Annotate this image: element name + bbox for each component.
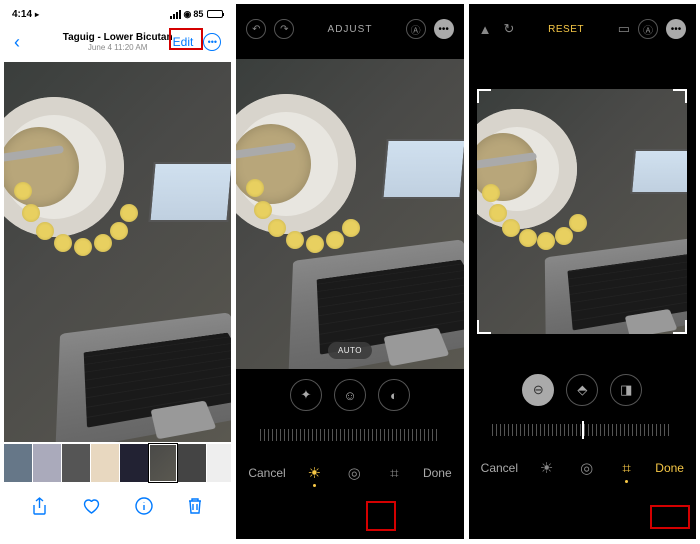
markup-button[interactable]: Ⓐ [638, 19, 658, 39]
redo-button[interactable]: ↷ [274, 19, 294, 39]
location-arrow-icon: ▸ [35, 10, 39, 19]
crop-handle-bl[interactable] [477, 320, 491, 334]
adjust-tools-row: ✦ ☺ ◐ [236, 369, 463, 421]
photo-laptop [56, 313, 232, 442]
editor-photo[interactable]: AUTO [236, 59, 463, 369]
share-button[interactable] [29, 496, 51, 516]
filters-tab[interactable]: ◎ [344, 464, 364, 482]
crop-handle-tl[interactable] [477, 89, 491, 103]
crop-tab[interactable]: ⌗ [617, 460, 637, 477]
back-button[interactable]: ‹ [14, 32, 20, 53]
adjust-tab[interactable]: ☀ [304, 464, 324, 482]
cancel-button[interactable]: Cancel [481, 461, 518, 475]
horizontal-perspective-tool[interactable]: ◨ [610, 374, 642, 406]
flip-vertical-button[interactable]: ▲ [479, 22, 492, 37]
done-button[interactable]: Done [423, 466, 452, 480]
crop-editor-screen: ▲ ↻ RESET ▭ Ⓐ ••• ⊖ ⬘ ◨ Cancel ☀ ◎ [469, 4, 696, 539]
delete-button[interactable] [184, 496, 206, 516]
brilliance-tool[interactable]: ◐ [378, 379, 410, 411]
photo-laptop-screen [630, 149, 687, 194]
filters-tab[interactable]: ◎ [577, 459, 597, 477]
editor-bottom-bar: Cancel ☀ ◎ ⌗ Done [236, 449, 463, 497]
magic-wand-tool[interactable]: ✦ [290, 379, 322, 411]
editor-top-bar: ↶ ↷ ADJUST Ⓐ ••• [236, 4, 463, 54]
crop-tools-row: ⊖ ⬘ ◨ [469, 364, 696, 416]
favorite-button[interactable] [81, 496, 103, 516]
thumbnail[interactable] [33, 444, 61, 482]
bottom-toolbar [4, 484, 231, 528]
crop-tab[interactable]: ⌗ [384, 465, 404, 482]
reset-button[interactable]: RESET [548, 24, 584, 35]
photo-laptop-screen [149, 162, 232, 222]
photo-laptop [545, 238, 687, 334]
more-options-button[interactable]: ••• [434, 19, 454, 39]
thumbnail[interactable] [91, 444, 119, 482]
thumbnail[interactable] [4, 444, 32, 482]
photo-laptop [288, 240, 464, 369]
adjust-editor-screen: ↶ ↷ ADJUST Ⓐ ••• AUTO ✦ ☺ ◐ Cancel ☀ ◎ ⌗… [236, 4, 463, 539]
info-button[interactable] [133, 496, 155, 516]
more-button[interactable]: ••• [203, 33, 221, 51]
thumbnail[interactable] [62, 444, 90, 482]
main-photo[interactable] [4, 62, 231, 442]
straighten-tool[interactable]: ⊖ [522, 374, 554, 406]
battery-icon [207, 10, 223, 18]
photos-view-screen: 4:14 ▸ ◉ 85 ‹ Taguig - Lower Bicutan Jun… [4, 4, 231, 539]
aspect-ratio-button[interactable]: ▭ [618, 21, 630, 37]
status-time: 4:14 [12, 9, 32, 20]
location-title: Taguig - Lower Bicutan [63, 32, 173, 43]
editor-top-bar: ▲ ↻ RESET ▭ Ⓐ ••• [469, 4, 696, 54]
markup-button[interactable]: Ⓐ [406, 19, 426, 39]
done-highlight [650, 505, 690, 529]
slider-indicator[interactable] [582, 421, 584, 439]
signal-icon [170, 10, 181, 19]
status-bar: 4:14 ▸ ◉ 85 [4, 4, 231, 22]
undo-button[interactable]: ↶ [246, 19, 266, 39]
thumbnail-active[interactable] [149, 444, 177, 482]
done-button[interactable]: Done [655, 461, 684, 475]
photo-laptop-screen [381, 139, 464, 199]
vertical-perspective-tool[interactable]: ⬘ [566, 374, 598, 406]
crop-handle-br[interactable] [673, 320, 687, 334]
cancel-button[interactable]: Cancel [248, 466, 285, 480]
title-block: Taguig - Lower Bicutan June 4 11:20 AM [63, 32, 173, 52]
crop-photo[interactable] [477, 89, 687, 334]
auto-label: AUTO [328, 342, 372, 359]
exposure-tool[interactable]: ☺ [334, 379, 366, 411]
rotate-button[interactable]: ↻ [504, 21, 515, 37]
thumbnail[interactable] [120, 444, 148, 482]
nav-bar: ‹ Taguig - Lower Bicutan June 4 11:20 AM… [4, 22, 231, 62]
crop-highlight [366, 501, 396, 531]
adjust-tab[interactable]: ☀ [537, 459, 557, 477]
crop-handle-tr[interactable] [673, 89, 687, 103]
edit-button[interactable]: Edit [169, 33, 198, 51]
date-subtitle: June 4 11:20 AM [63, 43, 173, 52]
battery-percent: 85 [193, 9, 203, 19]
thumbnail[interactable] [178, 444, 206, 482]
adjust-mode-title: ADJUST [328, 24, 373, 35]
wifi-icon: ◉ [183, 9, 191, 20]
crop-slider[interactable] [469, 416, 696, 444]
adjustment-slider[interactable] [236, 421, 463, 449]
more-options-button[interactable]: ••• [666, 19, 686, 39]
thumbnail-strip[interactable] [4, 442, 231, 484]
thumbnail[interactable] [207, 444, 231, 482]
editor-bottom-bar: Cancel ☀ ◎ ⌗ Done [469, 444, 696, 492]
